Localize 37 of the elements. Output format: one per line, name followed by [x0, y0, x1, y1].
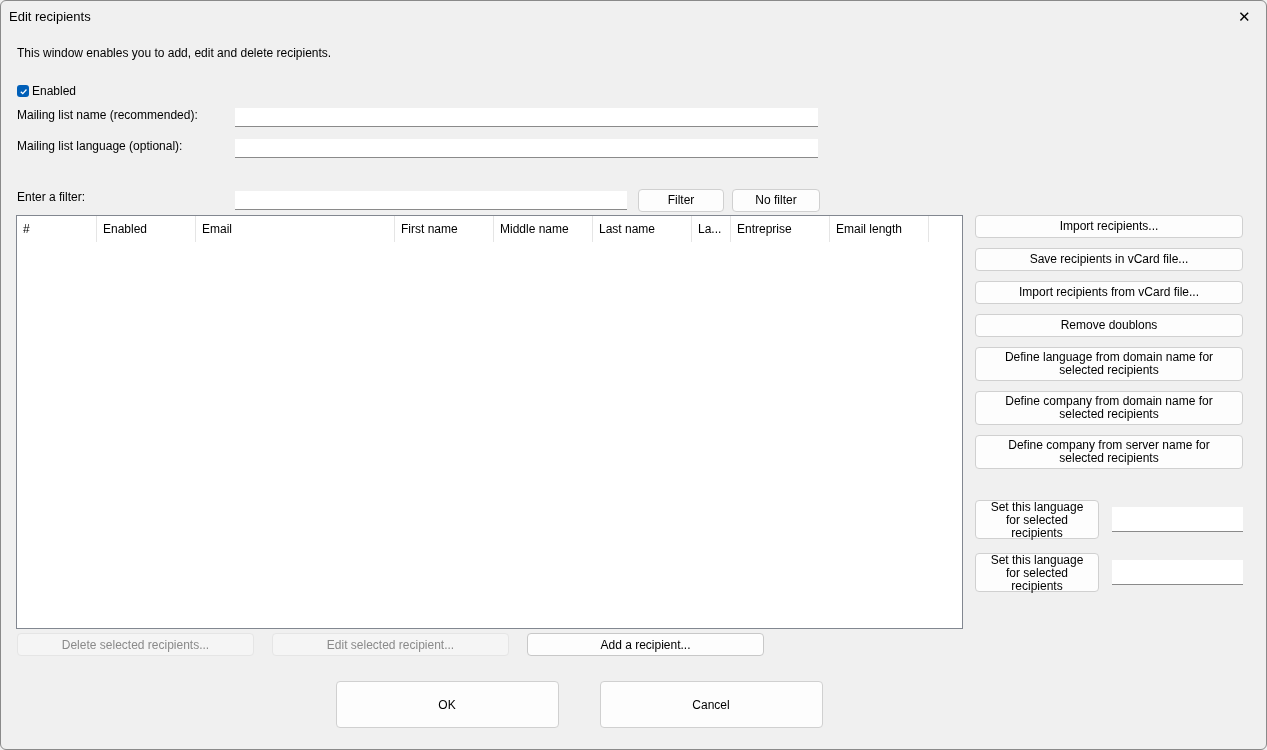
action-button[interactable]: Import recipients from vCard file...: [975, 281, 1243, 304]
window-title: Edit recipients: [9, 8, 91, 27]
filter-field[interactable]: [235, 190, 627, 210]
action-button[interactable]: Save recipients in vCard file...: [975, 248, 1243, 271]
enabled-checkbox[interactable]: [17, 85, 29, 97]
column-header[interactable]: Middle name: [494, 216, 593, 242]
no-filter-button[interactable]: No filter: [732, 188, 820, 212]
action-button[interactable]: Define company from domain name for selected recipients: [975, 391, 1243, 425]
action-button[interactable]: Define company from server name for selected recipients: [975, 435, 1243, 469]
field-label: Enter a filter:: [17, 189, 87, 206]
cancel-button[interactable]: Cancel: [599, 681, 823, 728]
ok-button[interactable]: OK: [335, 681, 559, 728]
text-field[interactable]: [235, 139, 818, 158]
column-header[interactable]: Email length: [830, 216, 929, 242]
column-header[interactable]: Enabled: [97, 216, 196, 242]
action-button[interactable]: Remove doublons: [975, 314, 1243, 337]
language-field[interactable]: [1112, 507, 1243, 532]
field-label: Mailing list name (recommended):: [17, 108, 199, 122]
language-field[interactable]: [1112, 560, 1243, 585]
filter-button[interactable]: Filter: [638, 188, 724, 212]
action-button[interactable]: Add a recipient...: [527, 633, 764, 656]
action-button[interactable]: Import recipients...: [975, 215, 1243, 238]
recipients-table[interactable]: # Enabled Email First name Middle name Last name La... Entreprise Email length: [16, 215, 963, 629]
column-header[interactable]: Email: [196, 216, 395, 242]
field-label: Mailing list language (optional):: [17, 139, 184, 153]
text-field[interactable]: [235, 108, 818, 127]
column-header[interactable]: First name: [395, 216, 494, 242]
close-button[interactable]: ✕: [1232, 5, 1256, 29]
column-header[interactable]: La...: [692, 216, 731, 242]
checkbox-label: Enabled: [32, 83, 77, 100]
set-language-button[interactable]: Set this language for selected recipients: [975, 500, 1099, 539]
description-text: This window enables you to add, edit and delete recipients.: [17, 45, 333, 61]
column-header[interactable]: Last name: [593, 216, 692, 242]
column-header[interactable]: Entreprise: [731, 216, 830, 242]
action-button[interactable]: Define language from domain name for selected recipients: [975, 347, 1243, 381]
column-header[interactable]: #: [17, 216, 97, 242]
set-language-button[interactable]: Set this language for selected recipients: [975, 553, 1099, 592]
